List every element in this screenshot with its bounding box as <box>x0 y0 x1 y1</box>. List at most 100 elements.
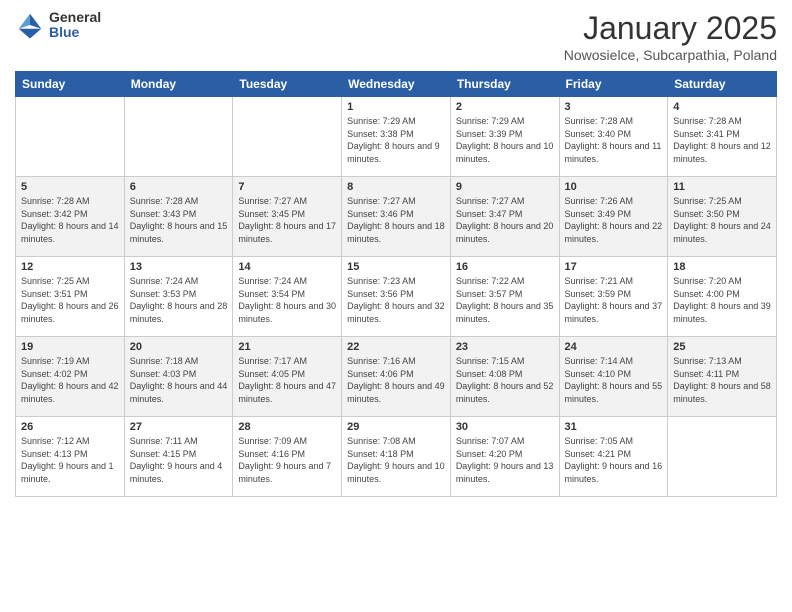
logo-icon <box>15 10 45 40</box>
table-row: 4 Sunrise: 7:28 AM Sunset: 3:41 PM Dayli… <box>668 97 777 177</box>
cell-sunset: Sunset: 4:05 PM <box>238 369 305 379</box>
cell-sunset: Sunset: 3:46 PM <box>347 209 414 219</box>
logo: General Blue <box>15 10 101 41</box>
table-row: 29 Sunrise: 7:08 AM Sunset: 4:18 PM Dayl… <box>342 417 451 497</box>
cell-daylight: Daylight: 8 hours and 58 minutes. <box>673 381 771 404</box>
table-row <box>233 97 342 177</box>
table-row: 27 Sunrise: 7:11 AM Sunset: 4:15 PM Dayl… <box>124 417 233 497</box>
table-row: 9 Sunrise: 7:27 AM Sunset: 3:47 PM Dayli… <box>450 177 559 257</box>
cell-date-number: 18 <box>673 261 771 273</box>
table-row: 19 Sunrise: 7:19 AM Sunset: 4:02 PM Dayl… <box>16 337 125 417</box>
table-row: 10 Sunrise: 7:26 AM Sunset: 3:49 PM Dayl… <box>559 177 668 257</box>
cell-info: Sunrise: 7:15 AM Sunset: 4:08 PM Dayligh… <box>456 355 554 405</box>
cell-sunrise: Sunrise: 7:28 AM <box>21 196 90 206</box>
table-row: 3 Sunrise: 7:28 AM Sunset: 3:40 PM Dayli… <box>559 97 668 177</box>
table-row <box>668 417 777 497</box>
cell-daylight: Daylight: 8 hours and 12 minutes. <box>673 141 771 164</box>
cell-sunset: Sunset: 4:06 PM <box>347 369 414 379</box>
cell-date-number: 13 <box>130 261 228 273</box>
calendar-table: Sunday Monday Tuesday Wednesday Thursday… <box>15 71 777 497</box>
cell-daylight: Daylight: 8 hours and 20 minutes. <box>456 221 554 244</box>
table-row: 6 Sunrise: 7:28 AM Sunset: 3:43 PM Dayli… <box>124 177 233 257</box>
cell-daylight: Daylight: 8 hours and 28 minutes. <box>130 301 228 324</box>
logo-general-text: General <box>49 10 101 25</box>
table-row: 14 Sunrise: 7:24 AM Sunset: 3:54 PM Dayl… <box>233 257 342 337</box>
table-row: 22 Sunrise: 7:16 AM Sunset: 4:06 PM Dayl… <box>342 337 451 417</box>
cell-sunrise: Sunrise: 7:28 AM <box>673 116 742 126</box>
cell-info: Sunrise: 7:13 AM Sunset: 4:11 PM Dayligh… <box>673 355 771 405</box>
cell-info: Sunrise: 7:12 AM Sunset: 4:13 PM Dayligh… <box>21 435 119 485</box>
col-saturday: Saturday <box>668 72 777 97</box>
cell-info: Sunrise: 7:22 AM Sunset: 3:57 PM Dayligh… <box>456 275 554 325</box>
calendar-week-row: 19 Sunrise: 7:19 AM Sunset: 4:02 PM Dayl… <box>16 337 777 417</box>
cell-info: Sunrise: 7:29 AM Sunset: 3:39 PM Dayligh… <box>456 115 554 165</box>
cell-date-number: 22 <box>347 341 445 353</box>
table-row: 2 Sunrise: 7:29 AM Sunset: 3:39 PM Dayli… <box>450 97 559 177</box>
cell-sunset: Sunset: 3:39 PM <box>456 129 523 139</box>
cell-info: Sunrise: 7:25 AM Sunset: 3:51 PM Dayligh… <box>21 275 119 325</box>
cell-info: Sunrise: 7:19 AM Sunset: 4:02 PM Dayligh… <box>21 355 119 405</box>
cell-date-number: 20 <box>130 341 228 353</box>
cell-info: Sunrise: 7:18 AM Sunset: 4:03 PM Dayligh… <box>130 355 228 405</box>
cell-date-number: 24 <box>565 341 663 353</box>
table-row: 12 Sunrise: 7:25 AM Sunset: 3:51 PM Dayl… <box>16 257 125 337</box>
cell-daylight: Daylight: 9 hours and 10 minutes. <box>347 461 445 484</box>
cell-daylight: Daylight: 9 hours and 13 minutes. <box>456 461 554 484</box>
calendar-week-row: 26 Sunrise: 7:12 AM Sunset: 4:13 PM Dayl… <box>16 417 777 497</box>
cell-sunrise: Sunrise: 7:14 AM <box>565 356 634 366</box>
cell-daylight: Daylight: 8 hours and 9 minutes. <box>347 141 440 164</box>
table-row: 21 Sunrise: 7:17 AM Sunset: 4:05 PM Dayl… <box>233 337 342 417</box>
cell-date-number: 28 <box>238 421 336 433</box>
cell-sunrise: Sunrise: 7:26 AM <box>565 196 634 206</box>
month-title: January 2025 <box>564 10 777 47</box>
cell-info: Sunrise: 7:14 AM Sunset: 4:10 PM Dayligh… <box>565 355 663 405</box>
table-row: 23 Sunrise: 7:15 AM Sunset: 4:08 PM Dayl… <box>450 337 559 417</box>
cell-daylight: Daylight: 8 hours and 30 minutes. <box>238 301 336 324</box>
cell-info: Sunrise: 7:28 AM Sunset: 3:40 PM Dayligh… <box>565 115 663 165</box>
cell-info: Sunrise: 7:28 AM Sunset: 3:41 PM Dayligh… <box>673 115 771 165</box>
cell-sunrise: Sunrise: 7:08 AM <box>347 436 416 446</box>
table-row: 20 Sunrise: 7:18 AM Sunset: 4:03 PM Dayl… <box>124 337 233 417</box>
cell-daylight: Daylight: 8 hours and 42 minutes. <box>21 381 119 404</box>
cell-sunset: Sunset: 3:41 PM <box>673 129 740 139</box>
cell-date-number: 21 <box>238 341 336 353</box>
cell-daylight: Daylight: 8 hours and 18 minutes. <box>347 221 445 244</box>
title-block: January 2025 Nowosielce, Subcarpathia, P… <box>564 10 777 63</box>
cell-sunrise: Sunrise: 7:27 AM <box>238 196 307 206</box>
table-row <box>124 97 233 177</box>
cell-sunset: Sunset: 4:15 PM <box>130 449 197 459</box>
cell-info: Sunrise: 7:07 AM Sunset: 4:20 PM Dayligh… <box>456 435 554 485</box>
cell-sunset: Sunset: 3:42 PM <box>21 209 88 219</box>
cell-sunrise: Sunrise: 7:07 AM <box>456 436 525 446</box>
cell-daylight: Daylight: 8 hours and 55 minutes. <box>565 381 663 404</box>
logo-text: General Blue <box>49 10 101 41</box>
table-row: 11 Sunrise: 7:25 AM Sunset: 3:50 PM Dayl… <box>668 177 777 257</box>
table-row: 5 Sunrise: 7:28 AM Sunset: 3:42 PM Dayli… <box>16 177 125 257</box>
cell-sunrise: Sunrise: 7:22 AM <box>456 276 525 286</box>
cell-sunrise: Sunrise: 7:23 AM <box>347 276 416 286</box>
calendar-page: General Blue January 2025 Nowosielce, Su… <box>0 0 792 612</box>
cell-daylight: Daylight: 8 hours and 10 minutes. <box>456 141 554 164</box>
cell-date-number: 4 <box>673 101 771 113</box>
cell-info: Sunrise: 7:17 AM Sunset: 4:05 PM Dayligh… <box>238 355 336 405</box>
col-friday: Friday <box>559 72 668 97</box>
header-row: Sunday Monday Tuesday Wednesday Thursday… <box>16 72 777 97</box>
cell-date-number: 6 <box>130 181 228 193</box>
cell-sunrise: Sunrise: 7:12 AM <box>21 436 90 446</box>
cell-info: Sunrise: 7:28 AM Sunset: 3:43 PM Dayligh… <box>130 195 228 245</box>
cell-date-number: 23 <box>456 341 554 353</box>
cell-date-number: 7 <box>238 181 336 193</box>
cell-date-number: 15 <box>347 261 445 273</box>
cell-sunrise: Sunrise: 7:05 AM <box>565 436 634 446</box>
table-row: 28 Sunrise: 7:09 AM Sunset: 4:16 PM Dayl… <box>233 417 342 497</box>
cell-daylight: Daylight: 9 hours and 7 minutes. <box>238 461 331 484</box>
cell-daylight: Daylight: 8 hours and 22 minutes. <box>565 221 663 244</box>
calendar-week-row: 1 Sunrise: 7:29 AM Sunset: 3:38 PM Dayli… <box>16 97 777 177</box>
cell-sunset: Sunset: 4:21 PM <box>565 449 632 459</box>
col-monday: Monday <box>124 72 233 97</box>
cell-info: Sunrise: 7:28 AM Sunset: 3:42 PM Dayligh… <box>21 195 119 245</box>
cell-sunrise: Sunrise: 7:13 AM <box>673 356 742 366</box>
cell-date-number: 11 <box>673 181 771 193</box>
cell-sunset: Sunset: 4:10 PM <box>565 369 632 379</box>
cell-info: Sunrise: 7:25 AM Sunset: 3:50 PM Dayligh… <box>673 195 771 245</box>
